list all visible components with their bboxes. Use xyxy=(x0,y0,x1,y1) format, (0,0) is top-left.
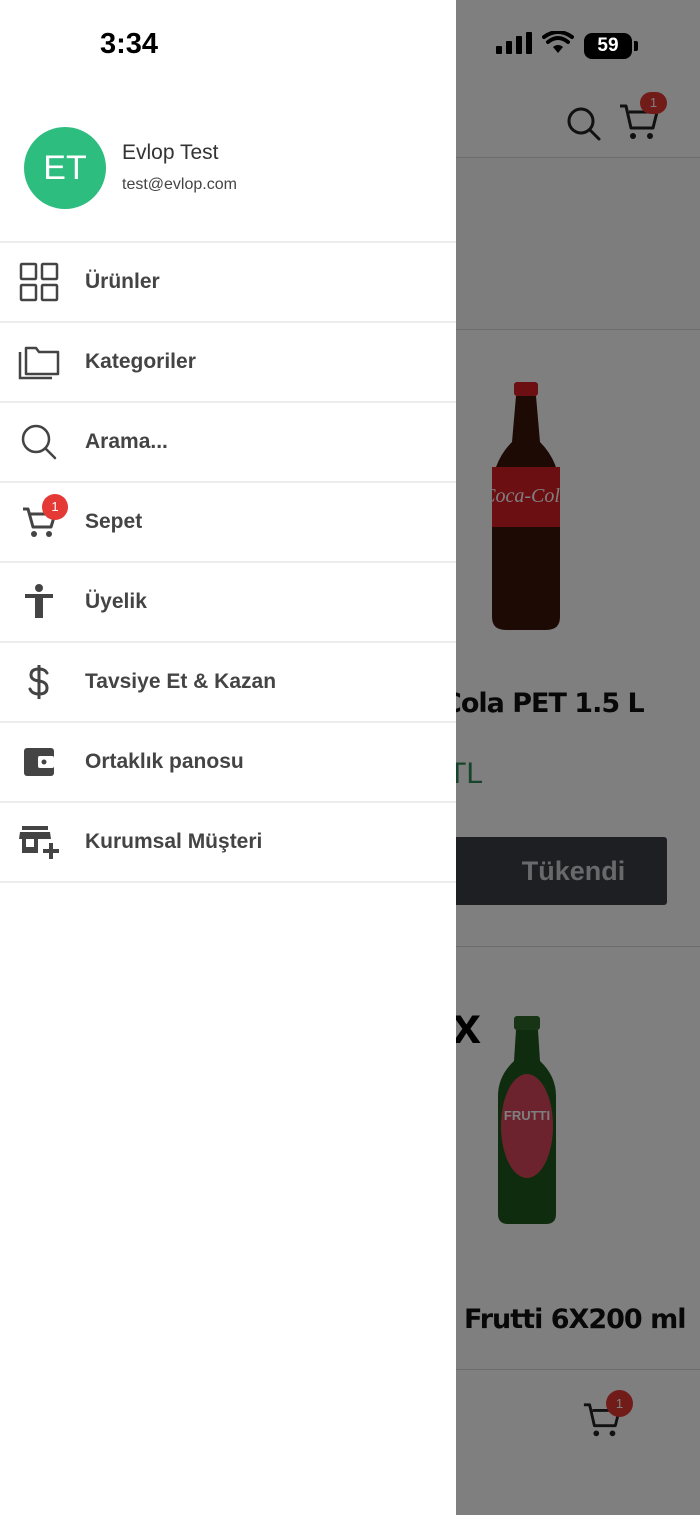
menu-item-label: Ortaklık panosu xyxy=(85,750,244,773)
menu-item-label: Arama... xyxy=(85,430,168,453)
menu-item-ortaklik[interactable]: Ortaklık panosu xyxy=(0,723,456,803)
battery-cap xyxy=(634,40,638,51)
grid-icon xyxy=(18,261,60,303)
status-icons: 59 xyxy=(496,30,638,60)
wifi-icon xyxy=(542,30,574,60)
user-email: test@evlop.com xyxy=(122,176,237,193)
battery-icon: 59 xyxy=(584,32,632,59)
store-add-icon xyxy=(18,821,60,863)
navigation-drawer: ET Evlop Test test@evlop.com Ürünler Kat… xyxy=(0,0,456,1515)
menu-item-label: Kategoriler xyxy=(85,350,196,373)
menu-item-label: Kurumsal Müşteri xyxy=(85,830,263,853)
menu-item-kurumsal[interactable]: Kurumsal Müşteri xyxy=(0,803,456,883)
dollar-icon xyxy=(18,661,60,703)
user-name: Evlop Test xyxy=(122,141,219,164)
menu-item-arama[interactable]: Arama... xyxy=(0,403,456,483)
signal-icon xyxy=(496,32,532,59)
menu-item-label: Tavsiye Et & Kazan xyxy=(85,670,277,693)
menu-item-urunler[interactable]: Ürünler xyxy=(0,243,456,323)
menu-item-label: Ürünler xyxy=(85,270,160,293)
cart-count-badge: 1 xyxy=(42,494,68,520)
folders-icon xyxy=(18,341,60,383)
avatar: ET xyxy=(24,127,106,209)
menu-item-sepet[interactable]: 1 Sepet xyxy=(0,483,456,563)
menu-item-uyelik[interactable]: Üyelik xyxy=(0,563,456,643)
menu-item-label: Üyelik xyxy=(85,590,147,613)
menu-item-label: Sepet xyxy=(85,510,143,533)
profile-header[interactable]: ET Evlop Test test@evlop.com xyxy=(0,0,456,243)
drawer-menu: Ürünler Kategoriler Arama... 1 Sepet Üye… xyxy=(0,243,456,883)
menu-item-tavsiye[interactable]: Tavsiye Et & Kazan xyxy=(0,643,456,723)
search-icon xyxy=(18,421,60,463)
wallet-icon xyxy=(18,741,60,783)
menu-item-kategoriler[interactable]: Kategoriler xyxy=(0,323,456,403)
status-time: 3:34 xyxy=(100,28,159,60)
person-icon xyxy=(18,581,60,623)
